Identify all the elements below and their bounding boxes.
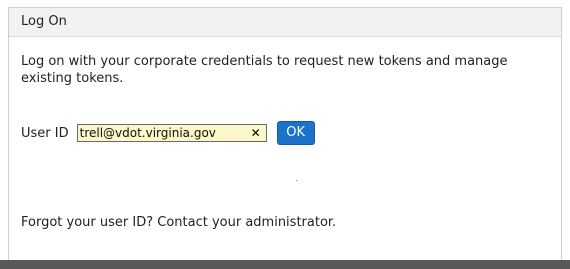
- user-id-label: User ID: [21, 125, 69, 141]
- intro-text: Log on with your corporate credentials t…: [21, 54, 508, 86]
- divider-dot: [296, 180, 297, 181]
- user-id-input[interactable]: [77, 125, 248, 141]
- user-id-row: User ID ✕ OK: [21, 121, 315, 145]
- panel-title: Log On: [9, 8, 561, 37]
- ok-button[interactable]: OK: [276, 121, 315, 145]
- log-on-panel: Log On Log on with your corporate creden…: [8, 7, 562, 260]
- close-icon[interactable]: ✕: [250, 125, 262, 141]
- forgot-user-id-text: Forgot your user ID? Contact your admini…: [21, 215, 337, 230]
- user-id-field[interactable]: ✕: [76, 124, 267, 142]
- bottom-bar: [0, 260, 570, 269]
- page: Log On Log on with your corporate creden…: [0, 0, 570, 269]
